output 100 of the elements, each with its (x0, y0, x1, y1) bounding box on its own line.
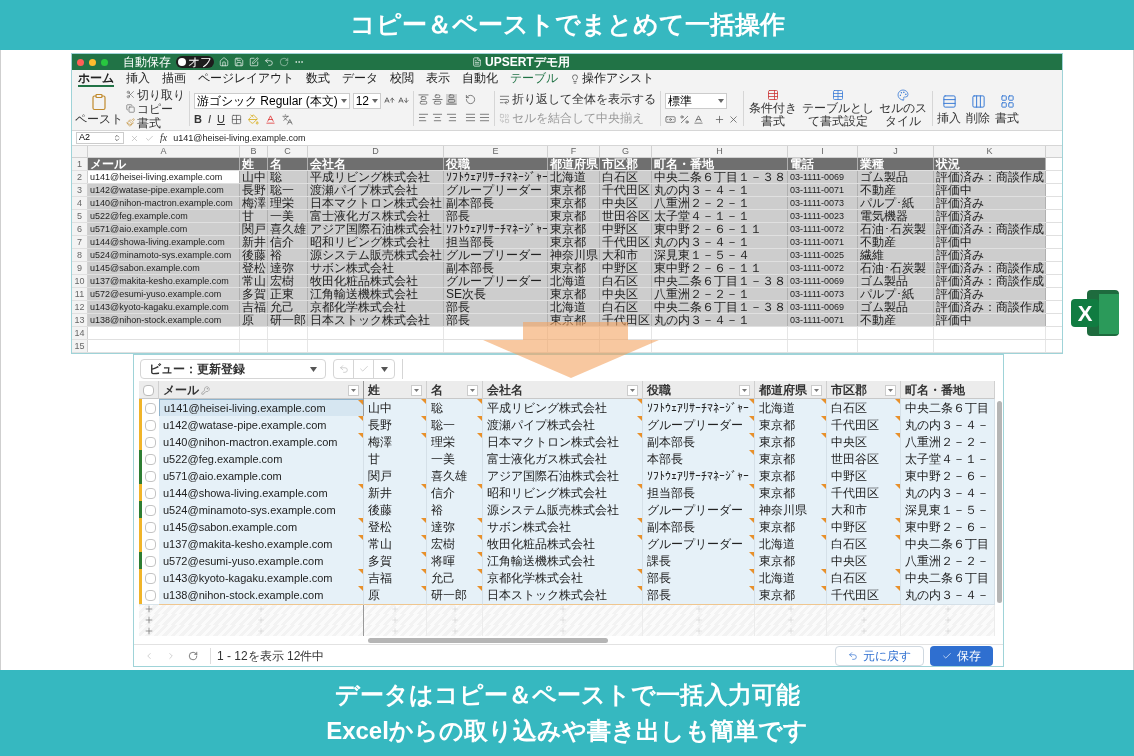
table-cell[interactable]: 原 (364, 586, 427, 605)
row-number[interactable]: 1 (72, 158, 88, 170)
table-cell[interactable]: 吉福 (364, 569, 427, 588)
scissors-icon[interactable] (126, 90, 135, 99)
percent-icon[interactable] (679, 113, 691, 125)
row-number[interactable]: 5 (72, 210, 88, 222)
cell-style-icon[interactable] (897, 89, 910, 101)
table-cell[interactable]: 常山 (364, 535, 427, 554)
paste-label[interactable]: ペースト (75, 112, 123, 125)
cell-format-icon[interactable] (999, 93, 1015, 109)
row-number[interactable]: 12 (72, 301, 88, 313)
column-header[interactable]: I (788, 146, 858, 157)
row-number[interactable]: 4 (72, 197, 88, 209)
table-cell[interactable]: 山中 (364, 399, 427, 418)
font-style-button[interactable]: U (217, 113, 225, 125)
format-painter-label[interactable]: 書式 (137, 116, 161, 129)
autosave-toggle[interactable]: オフ (176, 56, 214, 68)
filter-button[interactable] (348, 384, 359, 396)
vertical-scrollbar[interactable] (996, 401, 1002, 603)
view-select[interactable]: ビュー：更新登録 (140, 359, 326, 379)
table-cell[interactable]: u138@nihon-stock.example.com (159, 586, 364, 605)
ribbon-tab[interactable]: データ (342, 70, 378, 87)
row-number[interactable]: 7 (72, 236, 88, 248)
table-cell[interactable]: u143@kyoto-kagaku.example.com (159, 569, 364, 588)
column-header[interactable]: B (240, 146, 268, 157)
insert-button[interactable]: 挿入 (937, 111, 962, 124)
row-checkbox[interactable] (145, 572, 156, 584)
row-number[interactable]: 3 (72, 184, 88, 196)
function-label[interactable]: fx (160, 133, 168, 143)
cell-format-button[interactable]: 書式 (995, 111, 1020, 124)
table-cell[interactable]: 部長 (643, 586, 755, 605)
shrink-font-icon[interactable] (398, 95, 410, 106)
row-number[interactable]: 10 (72, 275, 88, 287)
filter-button[interactable] (467, 384, 478, 396)
ribbon-tab[interactable]: 挿入 (126, 70, 150, 87)
redo-icon[interactable] (279, 57, 289, 67)
align-middle-icon[interactable] (432, 94, 444, 105)
copy-label[interactable]: コピー (137, 102, 173, 115)
refresh-icon[interactable] (188, 650, 198, 661)
row-checkbox[interactable] (145, 504, 156, 516)
row-checkbox[interactable] (145, 538, 156, 550)
row-number[interactable]: 6 (72, 223, 88, 235)
row-checkbox[interactable] (145, 589, 156, 601)
home-icon[interactable] (219, 57, 229, 67)
row-checkbox[interactable] (145, 402, 156, 414)
orientation-icon[interactable] (465, 94, 477, 105)
row-checkbox[interactable] (145, 470, 156, 482)
row-number[interactable]: 15 (72, 340, 88, 352)
column-header[interactable]: J (858, 146, 934, 157)
table-format-icon[interactable] (832, 89, 845, 101)
currency-icon[interactable] (665, 113, 677, 125)
table-cell[interactable]: 後藤 (364, 501, 427, 520)
save-icon[interactable] (234, 57, 244, 67)
column-header[interactable]: K (934, 146, 1046, 157)
undo-button[interactable]: 元に戻す (835, 645, 924, 666)
borders-icon[interactable] (230, 113, 242, 125)
filter-button[interactable] (811, 384, 822, 396)
row-number[interactable]: 9 (72, 262, 88, 274)
column-header[interactable]: D (308, 146, 444, 157)
row-number[interactable]: 13 (72, 314, 88, 326)
table-cell[interactable]: 日本ストック株式会社 (483, 586, 643, 605)
row-checkbox[interactable] (145, 521, 156, 533)
wrap-text-button[interactable]: 折り返して全体を表示する (512, 93, 657, 105)
number-format-select[interactable]: 標準 (665, 92, 728, 109)
ribbon-tab[interactable]: 操作アシスト (582, 70, 654, 87)
filter-button[interactable] (627, 384, 638, 396)
row-number[interactable]: 8 (72, 249, 88, 261)
cancel-icon[interactable] (130, 133, 139, 143)
grow-font-icon[interactable] (384, 95, 396, 106)
row-checkbox[interactable] (145, 419, 156, 431)
column-header[interactable]: F (548, 146, 600, 157)
delete-icon[interactable] (970, 93, 986, 109)
font-select[interactable]: 游ゴシック Regular (本文) (194, 92, 350, 109)
row-checkbox[interactable] (145, 555, 156, 567)
horizontal-scrollbar[interactable] (368, 637, 608, 643)
table-cell[interactable]: u141@heisei-living.example.com (159, 399, 364, 418)
ribbon-tab[interactable]: 数式 (306, 70, 330, 87)
phonetic-icon[interactable] (281, 113, 293, 125)
undo-icon[interactable] (264, 57, 274, 67)
brush-icon[interactable] (126, 118, 135, 127)
row-number[interactable]: 14 (72, 327, 88, 339)
row-number[interactable]: 2 (72, 171, 88, 183)
close-light[interactable] (77, 58, 84, 66)
table-cell[interactable]: u571@aio.example.com (159, 467, 364, 486)
conditional-format-icon[interactable] (767, 89, 780, 101)
align-left-icon[interactable] (418, 112, 430, 123)
column-header[interactable]: A (88, 146, 240, 157)
column-header[interactable]: E (444, 146, 548, 157)
table-cell[interactable]: u145@sabon.example.com (159, 518, 364, 537)
ribbon-tab[interactable]: 自動化 (462, 70, 498, 87)
table-cell[interactable]: 長野 (364, 416, 427, 435)
cell-style-button[interactable]: セルのスタイル (878, 102, 929, 128)
add-row-button[interactable] (144, 603, 154, 614)
filter-button[interactable] (411, 384, 422, 396)
column-header[interactable]: G (600, 146, 652, 157)
table-cell[interactable]: 丸の内３－４－ (901, 586, 995, 605)
zoom-light[interactable] (101, 58, 108, 66)
ribbon-tab[interactable]: 校閲 (390, 70, 414, 87)
name-box[interactable]: A2 (76, 132, 124, 144)
font-color-icon[interactable] (264, 113, 276, 125)
